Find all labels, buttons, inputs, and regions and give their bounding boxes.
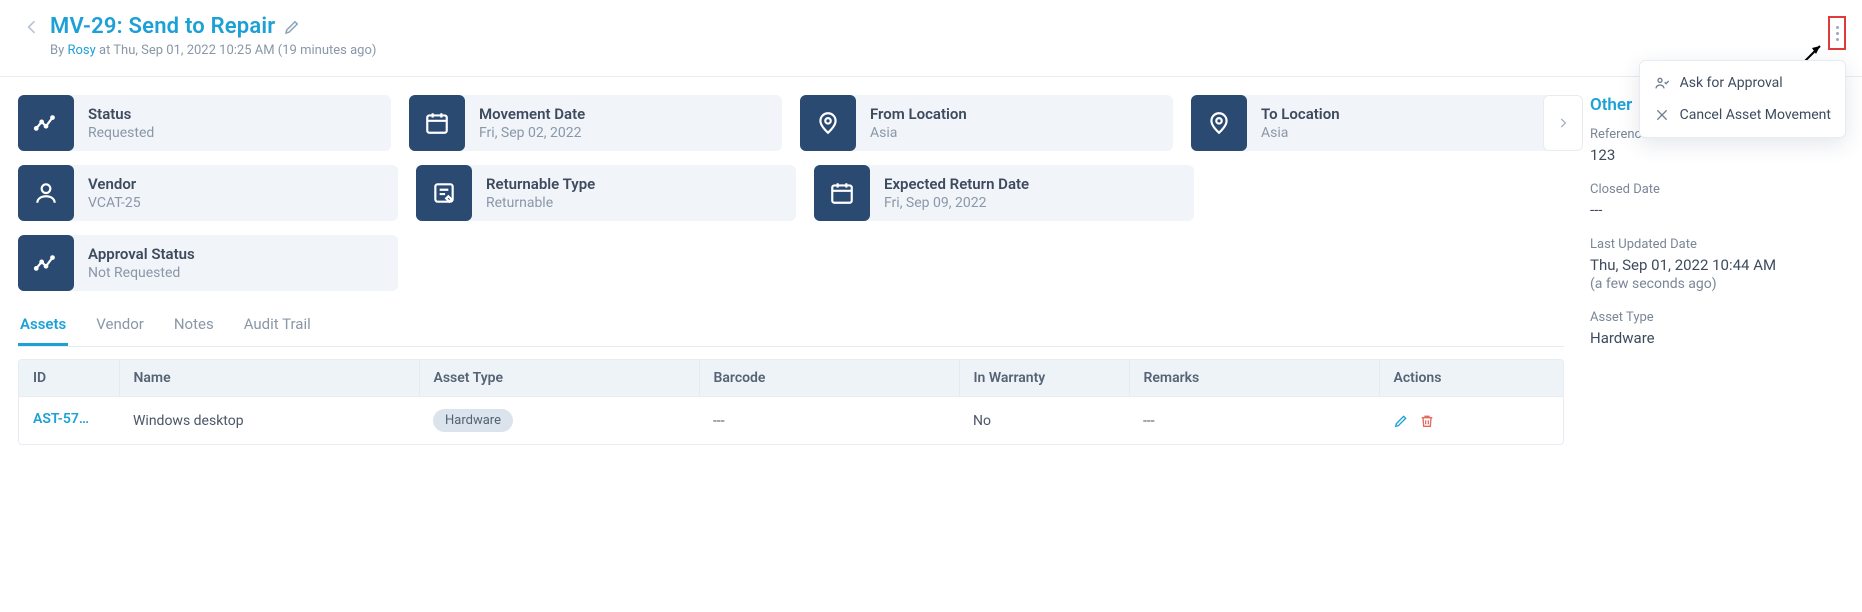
tile-approval-status: Approval Status Not Requested bbox=[18, 235, 398, 291]
calendar-icon bbox=[409, 95, 465, 151]
menu-item-label: Ask for Approval bbox=[1680, 75, 1783, 91]
col-in-warranty: In Warranty bbox=[959, 360, 1129, 397]
tile-value: VCAT-25 bbox=[88, 195, 141, 212]
tile-label: Approval Status bbox=[88, 245, 195, 263]
tile-status: Status Requested bbox=[18, 95, 391, 151]
note-edit-icon bbox=[416, 165, 472, 221]
tile-label: To Location bbox=[1261, 105, 1340, 123]
field-value: Hardware bbox=[1590, 329, 1842, 347]
tiles-scroll-right-button[interactable] bbox=[1543, 95, 1583, 151]
delete-row-button[interactable] bbox=[1419, 413, 1435, 429]
tile-label: Vendor bbox=[88, 175, 141, 193]
tile-label: Movement Date bbox=[479, 105, 585, 123]
byline-user-link[interactable]: Rosy bbox=[67, 43, 95, 58]
tile-value: Requested bbox=[88, 125, 154, 142]
byline-rest: at Thu, Sep 01, 2022 10:25 AM (19 minute… bbox=[96, 43, 377, 58]
edit-title-button[interactable] bbox=[283, 18, 301, 36]
field-value: 123 bbox=[1590, 146, 1842, 164]
tile-from-location: From Location Asia bbox=[800, 95, 1173, 151]
byline-prefix: By bbox=[50, 43, 67, 58]
tile-value: Returnable bbox=[486, 195, 595, 212]
col-name: Name bbox=[119, 360, 419, 397]
calendar-icon bbox=[814, 165, 870, 221]
field-last-updated: Last Updated Date Thu, Sep 01, 2022 10:4… bbox=[1590, 237, 1842, 292]
user-icon bbox=[18, 165, 74, 221]
field-label: Closed Date bbox=[1590, 182, 1842, 197]
user-check-icon bbox=[1654, 75, 1670, 91]
tab-audit-trail[interactable]: Audit Trail bbox=[242, 305, 313, 346]
cell-remarks: --- bbox=[1129, 397, 1379, 445]
field-closed-date: Closed Date --- bbox=[1590, 182, 1842, 219]
col-remarks: Remarks bbox=[1129, 360, 1379, 397]
tile-value: Fri, Sep 09, 2022 bbox=[884, 195, 1029, 212]
tile-label: Status bbox=[88, 105, 154, 123]
cell-warranty: No bbox=[959, 397, 1129, 445]
tile-movement-date: Movement Date Fri, Sep 02, 2022 bbox=[409, 95, 782, 151]
tile-value: Not Requested bbox=[88, 265, 195, 282]
tab-vendor[interactable]: Vendor bbox=[94, 305, 146, 346]
tile-value: Fri, Sep 02, 2022 bbox=[479, 125, 585, 142]
edit-row-button[interactable] bbox=[1393, 413, 1409, 429]
tile-to-location: To Location Asia bbox=[1191, 95, 1564, 151]
tile-returnable-type: Returnable Type Returnable bbox=[416, 165, 796, 221]
asset-id-link[interactable]: AST-57… bbox=[33, 411, 89, 427]
tile-label: Expected Return Date bbox=[884, 175, 1029, 193]
field-value: Thu, Sep 01, 2022 10:44 AM bbox=[1590, 256, 1842, 274]
back-button[interactable] bbox=[22, 17, 42, 37]
menu-item-label: Cancel Asset Movement bbox=[1680, 107, 1831, 123]
menu-item-cancel-movement[interactable]: Cancel Asset Movement bbox=[1640, 99, 1845, 131]
byline: By Rosy at Thu, Sep 01, 2022 10:25 AM (1… bbox=[50, 43, 1842, 58]
cell-barcode: --- bbox=[699, 397, 959, 445]
cell-asset-type: Hardware bbox=[419, 397, 699, 445]
chart-line-icon bbox=[18, 235, 74, 291]
menu-item-ask-approval[interactable]: Ask for Approval bbox=[1640, 67, 1845, 99]
field-asset-type: Asset Type Hardware bbox=[1590, 310, 1842, 347]
tile-value: Asia bbox=[1261, 125, 1340, 142]
field-value-ago: (a few seconds ago) bbox=[1590, 276, 1842, 292]
tile-label: From Location bbox=[870, 105, 967, 123]
col-id: ID bbox=[19, 360, 119, 397]
assets-table: ID Name Asset Type Barcode In Warranty R… bbox=[18, 359, 1564, 445]
cell-name: Windows desktop bbox=[119, 397, 419, 445]
tile-value: Asia bbox=[870, 125, 967, 142]
field-label: Asset Type bbox=[1590, 310, 1842, 325]
tile-expected-return-date: Expected Return Date Fri, Sep 09, 2022 bbox=[814, 165, 1194, 221]
row-actions bbox=[1393, 413, 1549, 429]
table-row: AST-57… Windows desktop Hardware --- No … bbox=[19, 397, 1563, 445]
tab-notes[interactable]: Notes bbox=[172, 305, 216, 346]
more-actions-button[interactable] bbox=[1828, 16, 1846, 50]
kebab-icon bbox=[1836, 26, 1839, 41]
tile-vendor: Vendor VCAT-25 bbox=[18, 165, 398, 221]
location-pin-icon bbox=[1191, 95, 1247, 151]
close-icon bbox=[1654, 107, 1670, 123]
location-pin-icon bbox=[800, 95, 856, 151]
tabs: Assets Vendor Notes Audit Trail bbox=[18, 305, 1564, 347]
tab-assets[interactable]: Assets bbox=[18, 305, 68, 346]
chart-line-icon bbox=[18, 95, 74, 151]
field-value: --- bbox=[1590, 201, 1842, 219]
more-actions-menu: Ask for Approval Cancel Asset Movement bbox=[1639, 60, 1846, 138]
col-barcode: Barcode bbox=[699, 360, 959, 397]
tile-label: Returnable Type bbox=[486, 175, 595, 193]
col-asset-type: Asset Type bbox=[419, 360, 699, 397]
asset-type-chip: Hardware bbox=[433, 409, 513, 432]
field-label: Last Updated Date bbox=[1590, 237, 1842, 252]
col-actions: Actions bbox=[1379, 360, 1563, 397]
page-title: MV-29: Send to Repair bbox=[50, 14, 275, 39]
table-header-row: ID Name Asset Type Barcode In Warranty R… bbox=[19, 360, 1563, 397]
